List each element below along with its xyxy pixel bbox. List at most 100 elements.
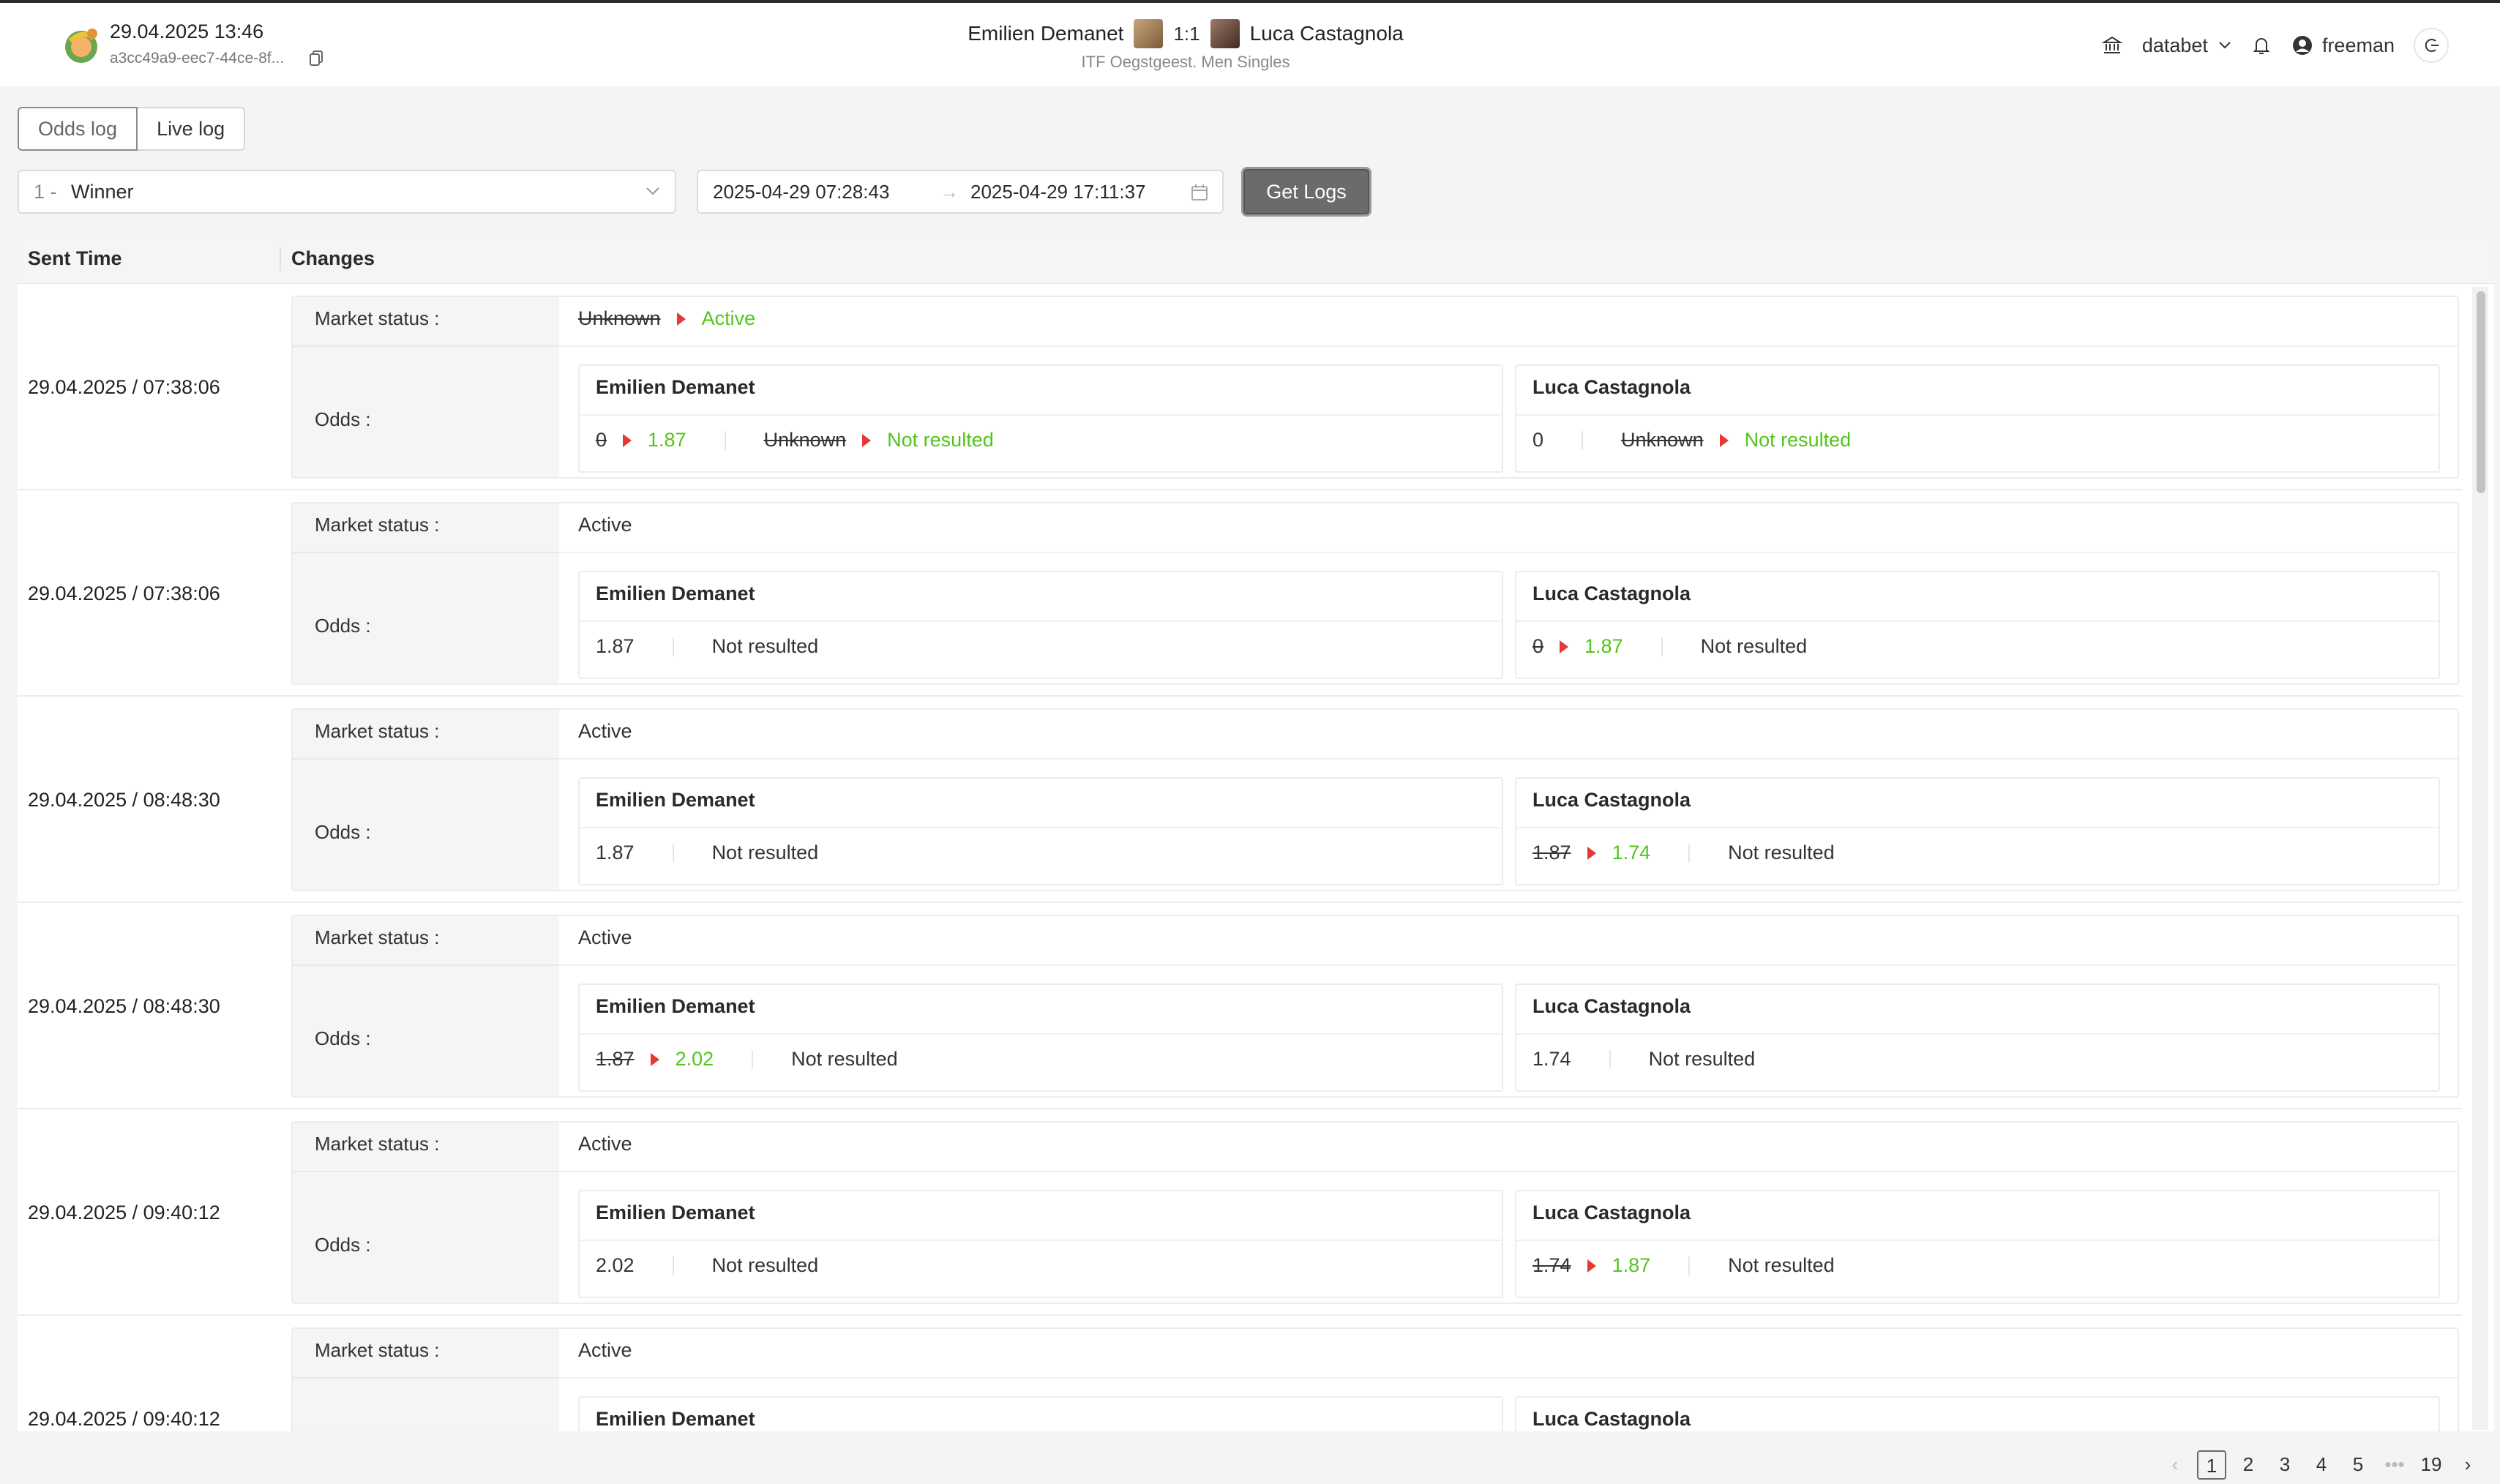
status-current: Active: [578, 514, 632, 536]
away-player-name: Luca Castagnola: [1249, 22, 1404, 45]
divider: [580, 621, 1502, 622]
result-value: Not resulted: [1728, 842, 1835, 863]
change-arrow-icon: [1587, 846, 1596, 860]
result-new: Not resulted: [887, 429, 994, 451]
change-arrow-icon: [1719, 433, 1729, 447]
odd-value: 2.02: [596, 1254, 635, 1276]
divider: [580, 827, 1502, 828]
date-to[interactable]: 2025-04-29 17:11:37: [970, 171, 1146, 212]
page-1[interactable]: 1: [2197, 1450, 2226, 1480]
status-current: Active: [578, 1339, 632, 1361]
outcome-name: Emilien Demanet: [596, 582, 755, 604]
odds-label: Odds :: [315, 1027, 371, 1049]
status-current: Active: [578, 1133, 632, 1155]
prev-page-button[interactable]: ‹: [2160, 1450, 2190, 1480]
value-divider: [672, 1256, 674, 1275]
value-divider: [672, 843, 674, 863]
status-divider: [559, 916, 2458, 966]
value-divider: [1582, 430, 1584, 450]
outcome-card: Luca Castagnola 0 1.87 Not resulted: [1515, 571, 2440, 679]
brand-selector[interactable]: databet: [2142, 34, 2231, 57]
market-status-label: Market status :: [315, 307, 440, 329]
bell-icon[interactable]: [2250, 34, 2272, 56]
odd-old: 1.74: [1532, 1254, 1571, 1276]
get-logs-button[interactable]: Get Logs: [1241, 167, 1371, 217]
log-table: 29.04.2025 / 07:38:06 Market status : Od…: [18, 284, 2494, 1431]
page-last[interactable]: 19: [2417, 1450, 2446, 1480]
page-3[interactable]: 3: [2270, 1450, 2299, 1480]
log-tabs: Odds log Live log: [18, 107, 246, 151]
username: freeman: [2321, 34, 2395, 56]
market-status-label: Market status :: [315, 1133, 440, 1155]
odds-label: Odds :: [315, 615, 371, 637]
outcome-values: 1.74 Not resulted: [1532, 1048, 1755, 1071]
outcome-name: Luca Castagnola: [1532, 1202, 1691, 1223]
outcome-card: Luca Castagnola 1.74 Not resulted: [1515, 983, 2440, 1092]
bank-icon[interactable]: [2101, 34, 2123, 56]
divider: [293, 964, 559, 966]
outcome-card: Emilien Demanet 2.02 Not resulted: [578, 1190, 1503, 1298]
result-value: Not resulted: [1648, 1048, 1756, 1070]
market-status-value: Active: [578, 720, 632, 743]
label-column: Market status :: [293, 1329, 559, 1431]
odd-old: 0: [596, 429, 607, 451]
change-arrow-icon: [650, 1052, 659, 1066]
next-page-button[interactable]: ›: [2453, 1450, 2482, 1480]
table-row: 29.04.2025 / 09:40:12 Market status : Ac…: [18, 1316, 2462, 1431]
table-row: 29.04.2025 / 07:38:06 Market status : Od…: [18, 284, 2462, 490]
odd-old: 0: [1532, 635, 1544, 657]
odds-label: Odds :: [315, 821, 371, 843]
label-column: Market status : Odds :: [293, 297, 559, 477]
result-value: Not resulted: [1700, 635, 1808, 657]
header-bar: 29.04.2025 13:46 a3cc49a9-eec7-44ce-8f..…: [0, 3, 2500, 86]
outcome-card: Emilien Demanet 1.87 2.02 Not resulted: [578, 983, 1503, 1092]
result-value: Not resulted: [1728, 1254, 1835, 1276]
user-menu[interactable]: freeman: [2291, 34, 2395, 57]
brand-label: databet: [2141, 34, 2208, 56]
divider: [293, 758, 559, 760]
page-5[interactable]: 5: [2343, 1450, 2373, 1480]
user-icon: [2292, 36, 2312, 55]
outcome-card: Luca Castagnola: [1515, 1396, 2440, 1431]
match-title: Emilien Demanet 1:1 Luca Castagnola: [0, 19, 2371, 48]
date-range-picker[interactable]: 2025-04-29 07:28:43 → 2025-04-29 17:11:3…: [697, 170, 1224, 214]
market-status-value: Active: [578, 1133, 632, 1155]
outcome-values: 1.87 Not resulted: [596, 635, 818, 658]
status-old: Unknown: [578, 307, 661, 329]
tab-odds-log[interactable]: Odds log: [18, 107, 138, 151]
pagination: ‹ 1 2 3 4 5 ••• 19 ›: [2160, 1450, 2482, 1480]
value-divider: [1688, 1256, 1691, 1275]
label-column: Market status : Odds :: [293, 916, 559, 1096]
outcome-card: Luca Castagnola 1.74 1.87 Not resulted: [1515, 1190, 2440, 1298]
divider: [1516, 827, 2439, 828]
date-from[interactable]: 2025-04-29 07:28:43: [713, 171, 889, 212]
result-value: Not resulted: [711, 842, 819, 863]
col-changes: Changes: [291, 247, 375, 269]
page-2[interactable]: 2: [2234, 1450, 2263, 1480]
outcome-name: Emilien Demanet: [596, 1202, 755, 1223]
odd-new: 2.02: [675, 1048, 714, 1070]
market-status-label: Market status :: [315, 720, 440, 742]
result-old: Unknown: [1621, 429, 1704, 451]
result-new: Not resulted: [1744, 429, 1852, 451]
market-select[interactable]: 1 - Winner: [18, 170, 676, 214]
divider: [1516, 1240, 2439, 1241]
col-sent-time: Sent Time: [28, 247, 122, 269]
divider: [580, 1240, 1502, 1241]
divider: [293, 1377, 559, 1379]
tab-live-log[interactable]: Live log: [138, 107, 246, 151]
pagination-ellipsis[interactable]: •••: [2380, 1450, 2409, 1480]
changes-cell: Market status : Active Emilien Demanet L…: [291, 1327, 2459, 1431]
market-status-value: Active: [578, 1339, 632, 1362]
label-column: Market status : Odds :: [293, 503, 559, 683]
odd-value: 1.87: [596, 635, 635, 657]
odd-new: 1.87: [648, 429, 686, 451]
value-divider: [724, 430, 726, 450]
outcome-name: Emilien Demanet: [596, 789, 755, 811]
logout-button[interactable]: [2414, 28, 2449, 63]
scrollbar-thumb[interactable]: [2477, 291, 2485, 493]
label-column: Market status : Odds :: [293, 710, 559, 890]
result-value: Not resulted: [711, 635, 819, 657]
outcome-name: Luca Castagnola: [1532, 1408, 1691, 1430]
page-4[interactable]: 4: [2307, 1450, 2336, 1480]
